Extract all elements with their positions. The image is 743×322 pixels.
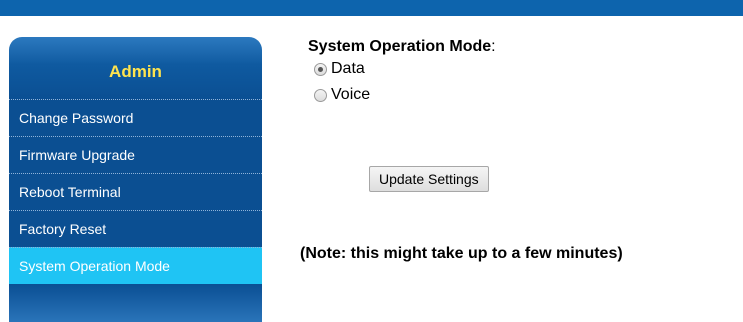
sidebar-footer [9,284,262,322]
sidebar-item-firmware-upgrade[interactable]: Firmware Upgrade [9,136,262,173]
page-title-colon: : [491,38,496,55]
radio-dot-icon [318,66,323,72]
sidebar-title: Admin [109,62,162,81]
page-title: System Operation Mode: [308,38,496,56]
option-voice[interactable]: Voice [314,82,496,108]
radio-data[interactable] [314,62,327,76]
sidebar-item-change-password[interactable]: Change Password [9,99,262,136]
radio-voice[interactable] [314,88,327,102]
top-bar [0,0,743,16]
main-content: System Operation Mode: Data Voice Update… [300,38,623,262]
note-text: (Note: this might take up to a few minut… [300,245,623,262]
option-data-label: Data [331,60,365,77]
admin-sidebar: Admin Change Password Firmware Upgrade R… [9,37,262,322]
sidebar-header: Admin [9,37,262,99]
update-settings-button[interactable]: Update Settings [369,166,489,192]
option-data[interactable]: Data [314,56,496,82]
option-voice-label: Voice [331,86,371,103]
page-title-text: System Operation Mode [308,38,492,55]
sidebar-item-reboot-terminal[interactable]: Reboot Terminal [9,173,262,210]
sidebar-item-factory-reset[interactable]: Factory Reset [9,210,262,247]
sidebar-item-system-operation-mode[interactable]: System Operation Mode [9,247,262,284]
